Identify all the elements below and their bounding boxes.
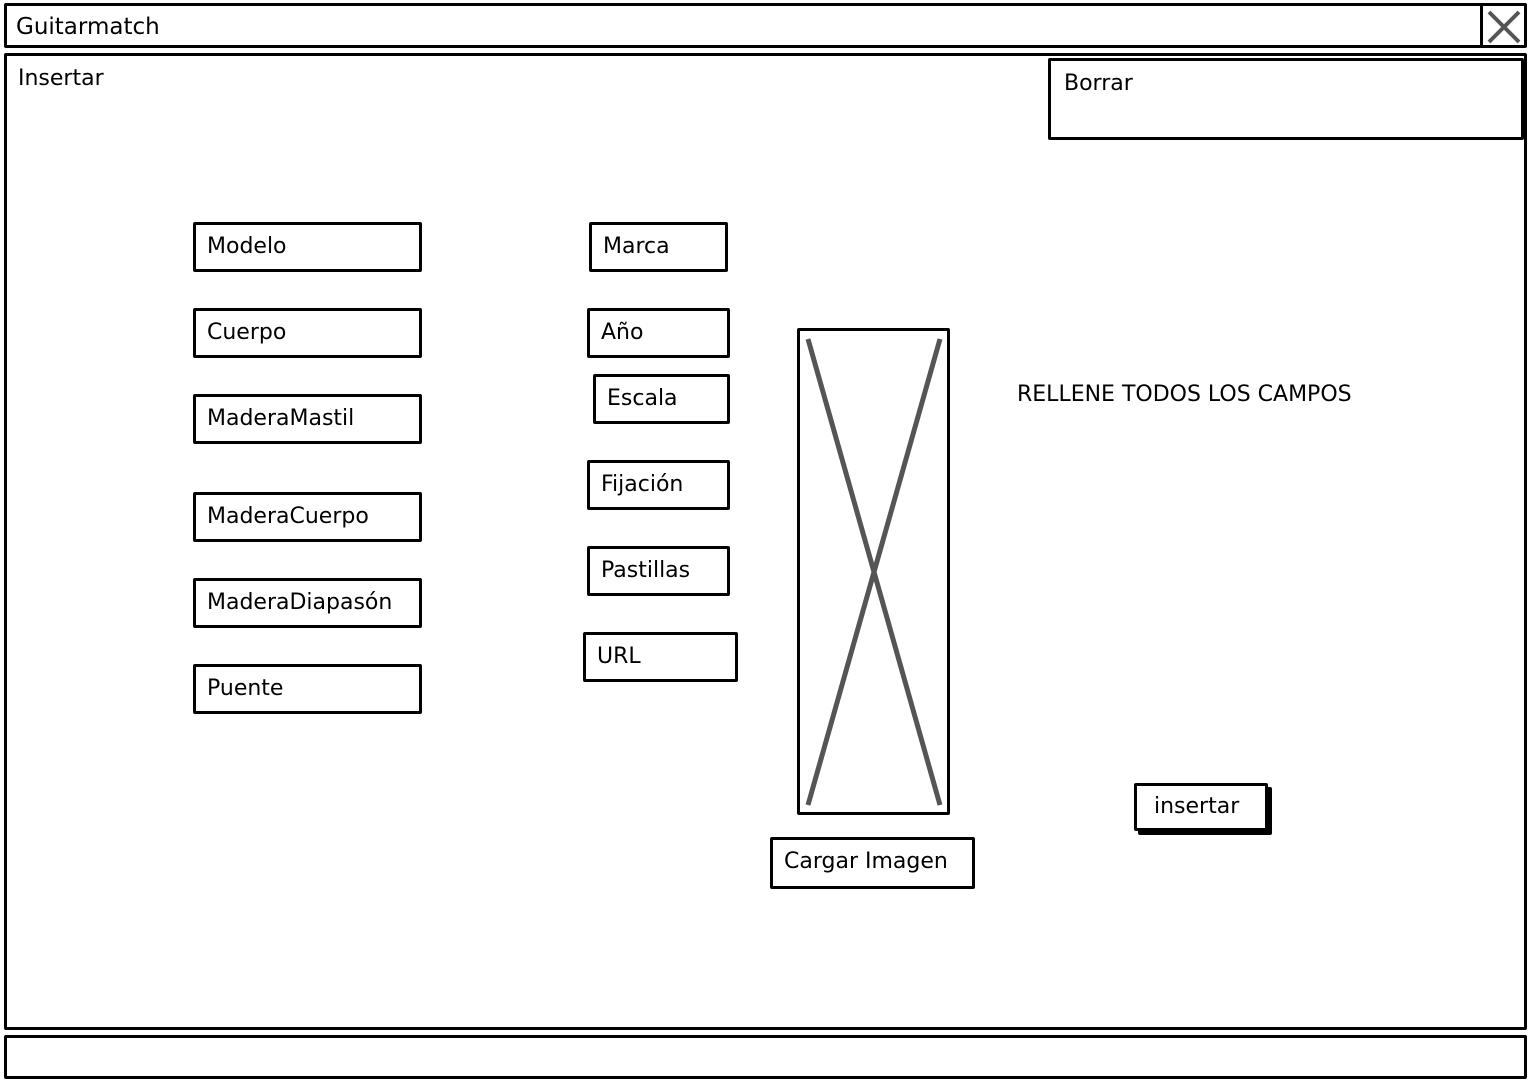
- ano-label: Año: [601, 320, 644, 345]
- madera-mastil-label: MaderaMastil: [207, 406, 355, 431]
- escala-field[interactable]: Escala: [593, 374, 730, 424]
- cargar-imagen-label: Cargar Imagen: [784, 849, 948, 874]
- borrar-button[interactable]: Borrar: [1048, 58, 1524, 140]
- tab-insertar[interactable]: Insertar: [18, 66, 104, 91]
- notice-text: RELLENE TODOS LOS CAMPOS: [1017, 382, 1352, 407]
- modelo-field[interactable]: Modelo: [193, 222, 422, 272]
- pastillas-field[interactable]: Pastillas: [587, 546, 730, 596]
- modelo-label: Modelo: [207, 234, 287, 259]
- madera-cuerpo-field[interactable]: MaderaCuerpo: [193, 492, 422, 542]
- puente-field[interactable]: Puente: [193, 664, 422, 714]
- borrar-label: Borrar: [1064, 71, 1133, 96]
- madera-mastil-field[interactable]: MaderaMastil: [193, 394, 422, 444]
- cuerpo-label: Cuerpo: [207, 320, 287, 345]
- url-label: URL: [597, 644, 641, 669]
- image-preview: [797, 328, 950, 815]
- insertar-button-label: insertar: [1154, 794, 1240, 819]
- escala-label: Escala: [607, 386, 678, 411]
- madera-diapason-field[interactable]: MaderaDiapasón: [193, 578, 422, 628]
- cuerpo-field[interactable]: Cuerpo: [193, 308, 422, 358]
- fijacion-field[interactable]: Fijación: [587, 460, 730, 510]
- madera-cuerpo-label: MaderaCuerpo: [207, 504, 369, 529]
- ano-field[interactable]: Año: [587, 308, 730, 358]
- close-button[interactable]: [1480, 6, 1524, 48]
- marca-label: Marca: [603, 234, 670, 259]
- insertar-button[interactable]: insertar: [1134, 783, 1268, 831]
- madera-diapason-label: MaderaDiapasón: [207, 590, 393, 615]
- puente-label: Puente: [207, 676, 284, 701]
- pastillas-label: Pastillas: [601, 558, 691, 583]
- window-title: Guitarmatch: [16, 14, 160, 40]
- status-bar: [4, 1035, 1527, 1079]
- fijacion-label: Fijación: [601, 472, 684, 497]
- cargar-imagen-button[interactable]: Cargar Imagen: [770, 837, 975, 889]
- url-field[interactable]: URL: [583, 632, 738, 682]
- title-bar: Guitarmatch: [4, 3, 1527, 48]
- marca-field[interactable]: Marca: [589, 222, 728, 272]
